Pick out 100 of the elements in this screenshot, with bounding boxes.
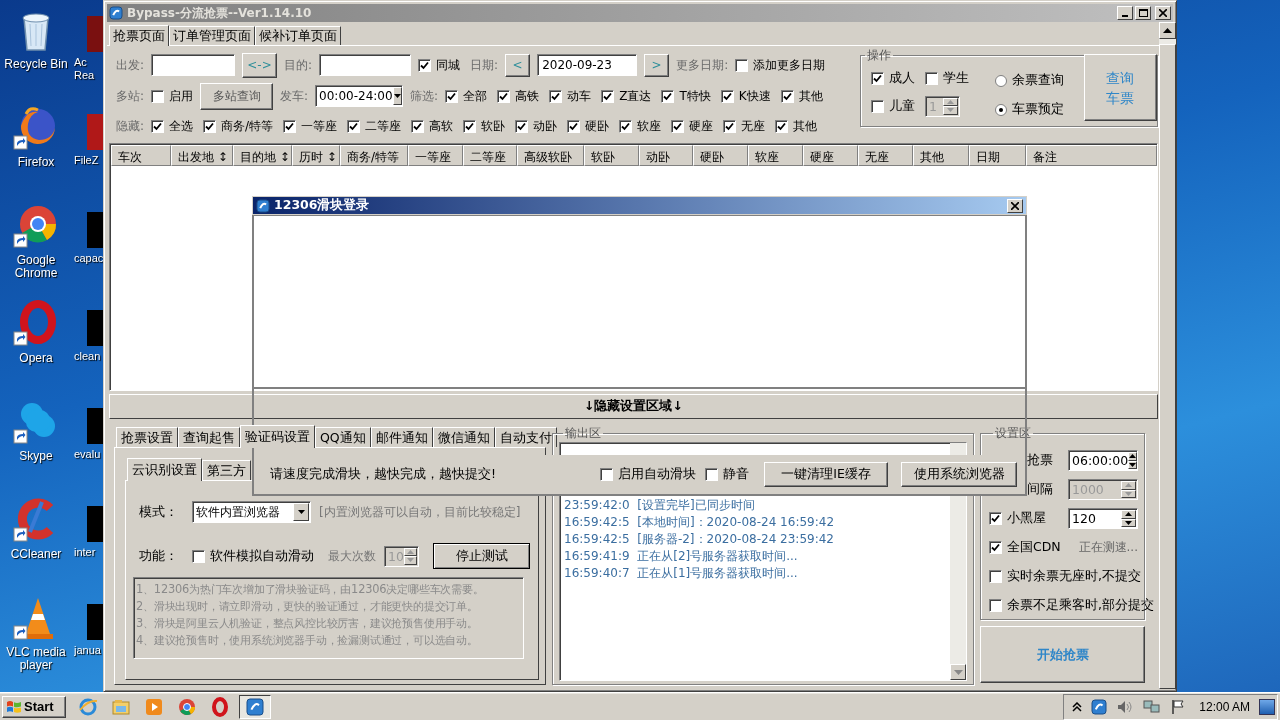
checkbox[interactable] — [871, 99, 884, 113]
stop-test-button[interactable]: 停止测试 — [433, 543, 530, 569]
number-field[interactable]: 120 — [1068, 508, 1138, 529]
scroll-down-button[interactable] — [950, 664, 966, 680]
checkbox[interactable] — [989, 512, 1002, 525]
desktop-icon-label[interactable]: Recycle Bin — [1, 58, 71, 71]
tab[interactable]: 邮件通知 — [370, 427, 433, 447]
checkbox[interactable] — [780, 89, 794, 103]
tab[interactable]: 验证码设置 — [240, 425, 315, 448]
column-header[interactable]: 其他 — [913, 145, 969, 166]
desktop-icon-label[interactable]: Firefox — [1, 156, 71, 169]
button[interactable]: 使用系统浏览器 — [901, 462, 1017, 487]
column-header[interactable]: 目的地 ↕ — [233, 145, 292, 166]
checkbox[interactable] — [418, 58, 432, 72]
checkbox[interactable] — [720, 89, 734, 103]
clock[interactable]: 12:00 AM — [1199, 699, 1250, 714]
maximize-button[interactable] — [1135, 6, 1151, 20]
desktop-icon-label[interactable]: FileZ — [74, 154, 101, 167]
tab[interactable]: 抢票设置 — [116, 427, 178, 447]
checkbox[interactable] — [600, 468, 613, 481]
scroll-up-button[interactable] — [1159, 22, 1176, 39]
checkbox[interactable] — [347, 120, 361, 134]
spin-down-button[interactable] — [943, 106, 958, 115]
checkbox[interactable] — [151, 120, 165, 134]
desktop-icon-label[interactable]: Google Chrome — [1, 254, 71, 280]
close-button[interactable] — [1155, 6, 1171, 20]
checkbox[interactable] — [661, 89, 675, 103]
checkbox[interactable] — [567, 120, 581, 134]
desktop-icon-label[interactable]: capac — [74, 252, 101, 265]
desktop-icon-label[interactable]: Ac Rea — [74, 56, 101, 82]
checkbox[interactable] — [445, 89, 459, 103]
desktop-icon-label[interactable]: inter — [74, 546, 101, 559]
spin-down-button[interactable] — [1121, 518, 1136, 527]
column-header[interactable]: 历时 ↕ — [292, 145, 340, 166]
column-header[interactable]: 动卧 — [639, 145, 693, 166]
checkbox[interactable] — [619, 120, 633, 134]
button[interactable]: 一键清理IE缓存 — [764, 462, 888, 487]
column-header[interactable]: 软卧 — [584, 145, 639, 166]
minimize-button[interactable] — [1117, 6, 1133, 20]
close-button[interactable] — [1007, 198, 1023, 213]
show-desktop-button[interactable] — [1259, 698, 1275, 715]
column-header[interactable]: 车次 — [111, 145, 171, 166]
spin-down-button[interactable] — [403, 556, 417, 565]
tab[interactable]: QQ通知 — [315, 427, 371, 447]
checkbox[interactable] — [671, 120, 685, 134]
date-field[interactable]: 2020-09-23 — [537, 54, 638, 77]
checkbox[interactable] — [283, 120, 297, 134]
checkbox[interactable] — [989, 570, 1002, 583]
column-header[interactable]: 二等座 — [463, 145, 517, 166]
ring-icon[interactable] — [210, 696, 230, 717]
desktop-icon-label[interactable]: evalu — [74, 448, 101, 461]
text-field[interactable] — [319, 54, 412, 77]
column-header[interactable]: 日期 — [969, 145, 1026, 166]
checkbox[interactable] — [989, 599, 1002, 612]
tab[interactable]: 自动支付 — [494, 427, 557, 447]
checkbox[interactable] — [203, 120, 217, 134]
text-field[interactable] — [151, 54, 236, 77]
column-header[interactable]: 硬座 — [803, 145, 858, 166]
dropdown[interactable]: 00:00-24:00 — [315, 85, 404, 107]
wheel-icon[interactable] — [177, 696, 197, 717]
radio-button[interactable] — [994, 74, 1007, 87]
checkbox[interactable] — [549, 89, 563, 103]
number-field[interactable]: 06:00:00 — [1068, 450, 1138, 471]
start-button[interactable]: Start — [2, 695, 66, 718]
dropdown-arrow-button[interactable] — [293, 503, 309, 521]
column-header[interactable]: 备注 — [1026, 145, 1157, 166]
dropdown-arrow-button[interactable] — [392, 87, 402, 105]
tab[interactable]: 抢票页面 — [109, 25, 169, 46]
spin-up-button[interactable] — [1121, 510, 1136, 519]
checkbox[interactable] — [497, 89, 511, 103]
desktop-icon-label[interactable]: VLC media player — [1, 646, 71, 672]
tab[interactable]: 第三方 — [202, 460, 251, 480]
tab[interactable]: 微信通知 — [432, 427, 495, 447]
desktop-icon-label[interactable]: Opera — [1, 352, 71, 365]
column-header[interactable]: 商务/特等 — [340, 145, 408, 166]
radio-button[interactable] — [994, 103, 1007, 116]
column-header[interactable]: 硬卧 — [693, 145, 748, 166]
checkbox[interactable] — [925, 71, 938, 85]
checkbox[interactable] — [151, 89, 165, 103]
network-icon[interactable] — [1143, 698, 1162, 715]
desktop-icon-label[interactable]: CCleaner — [1, 548, 71, 561]
button[interactable]: 多站查询 — [200, 82, 274, 110]
column-header[interactable]: 无座 — [858, 145, 913, 166]
column-header[interactable]: 出发地 ↕ — [171, 145, 233, 166]
desktop-icon-label[interactable]: Skype — [1, 450, 71, 463]
column-header[interactable]: 软座 — [748, 145, 803, 166]
checkbox[interactable] — [463, 120, 477, 134]
checkbox[interactable] — [871, 71, 884, 85]
checkbox[interactable] — [705, 468, 718, 481]
show-hidden-icons-button[interactable] — [1072, 701, 1083, 712]
checkbox[interactable] — [989, 541, 1002, 554]
checkbox[interactable] — [735, 58, 749, 72]
desktop-icon-label[interactable]: janua — [74, 644, 101, 657]
checkbox[interactable] — [192, 549, 205, 563]
column-header[interactable]: 高级软卧 — [517, 145, 584, 166]
column-header[interactable]: 一等座 — [408, 145, 463, 166]
checkbox[interactable] — [411, 120, 425, 134]
tab[interactable]: 订单管理页面 — [169, 26, 255, 45]
checkbox[interactable] — [515, 120, 529, 134]
dropdown[interactable]: 软件内置浏览器 — [192, 501, 311, 523]
